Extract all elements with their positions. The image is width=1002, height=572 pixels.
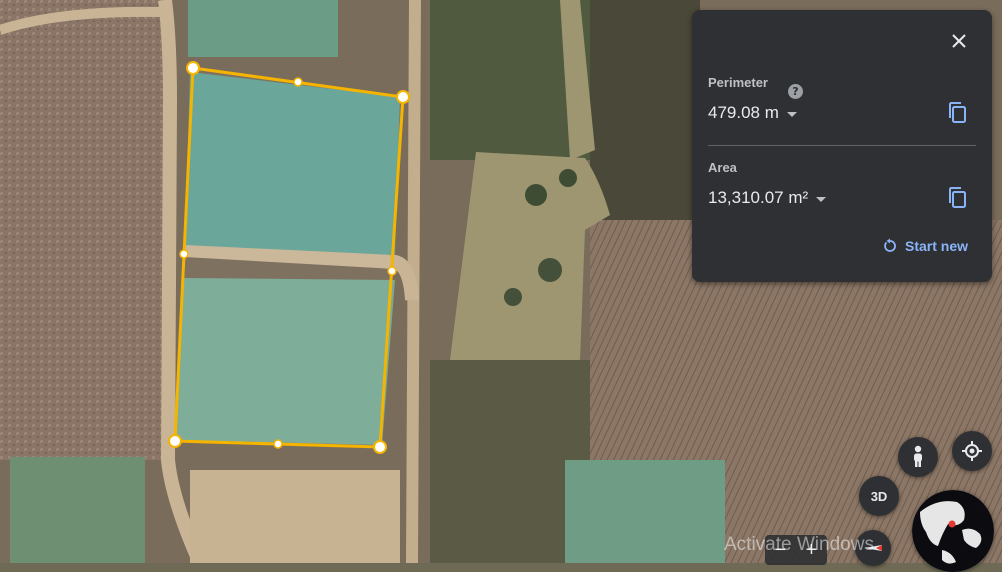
vertex-handle[interactable] (396, 90, 410, 104)
area-label: Area (708, 160, 737, 175)
globe-icon (912, 490, 994, 572)
pegman-icon (914, 445, 922, 467)
globe-button[interactable] (912, 490, 994, 572)
compass-button[interactable] (855, 530, 891, 566)
compass-icon (864, 545, 882, 551)
perimeter-label: Perimeter (708, 75, 768, 90)
tree (525, 184, 547, 206)
measurement-polygon[interactable] (173, 66, 405, 449)
vegetation-dark (590, 0, 700, 220)
close-icon (952, 34, 966, 48)
area-value[interactable]: 13,310.07 m² (708, 188, 827, 208)
close-button[interactable] (946, 28, 972, 54)
midpoint-handle[interactable] (293, 77, 303, 87)
zoom-in-button[interactable]: + (796, 535, 827, 565)
chevron-down-icon (816, 196, 827, 202)
vertex-handle[interactable] (373, 440, 387, 454)
pond (188, 0, 338, 57)
start-new-button[interactable]: Start new (882, 238, 968, 254)
perimeter-value-text: 479.08 m (708, 103, 779, 122)
toggle-3d-button[interactable]: 3D (859, 476, 899, 516)
field-left (0, 0, 170, 460)
divider (708, 145, 976, 146)
vertex-handle[interactable] (186, 61, 200, 75)
measure-panel: Perimeter ? 479.08 m Area 13,310.07 m² S… (692, 10, 992, 282)
tree (538, 258, 562, 282)
midpoint-handle[interactable] (273, 439, 283, 449)
tree (504, 288, 522, 306)
copy-perimeter-button[interactable] (946, 101, 970, 125)
copy-area-button[interactable] (946, 186, 970, 210)
chevron-down-icon (786, 111, 797, 117)
sand-area (190, 470, 400, 563)
midpoint-handle[interactable] (387, 266, 397, 276)
vertex-handle[interactable] (168, 434, 182, 448)
pond (10, 457, 145, 563)
crosshair-icon (962, 441, 982, 461)
pond (565, 460, 725, 563)
street-view-button[interactable] (898, 437, 938, 477)
my-location-button[interactable] (952, 431, 992, 471)
perimeter-value[interactable]: 479.08 m (708, 103, 797, 123)
zoom-out-button[interactable]: − (765, 535, 796, 565)
zoom-controls: − + (765, 535, 827, 565)
reset-icon (884, 238, 896, 252)
area-value-text: 13,310.07 m² (708, 188, 809, 207)
tree (559, 169, 577, 187)
start-new-label: Start new (904, 238, 968, 254)
help-icon[interactable]: ? (788, 84, 803, 99)
midpoint-handle[interactable] (179, 249, 189, 259)
